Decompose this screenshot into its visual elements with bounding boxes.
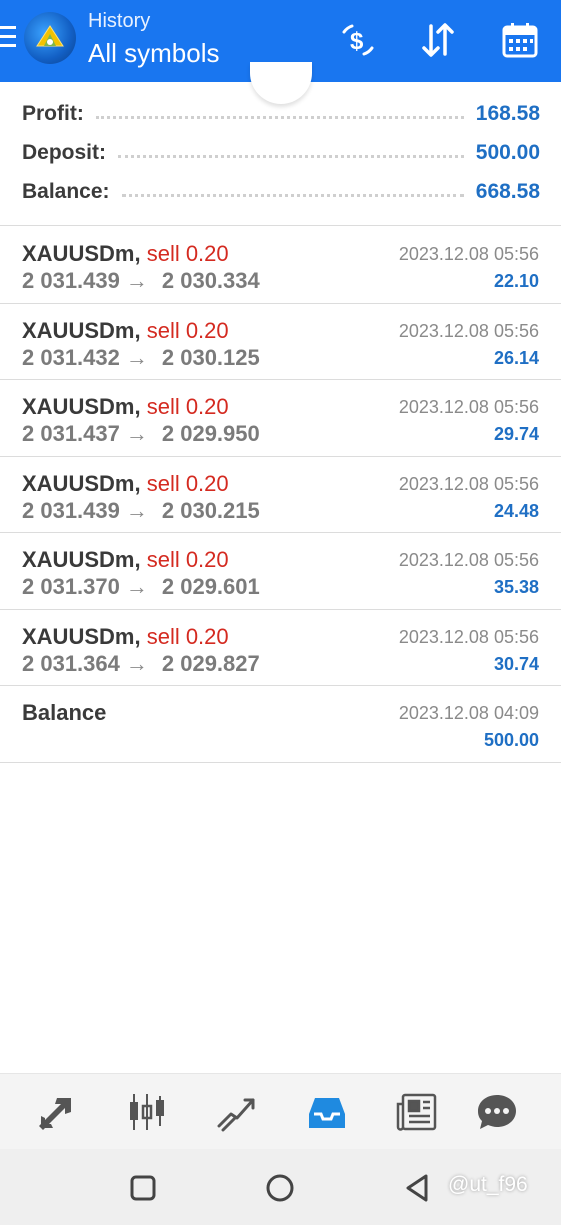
deal-time: 2023.12.08 05:56 bbox=[398, 397, 539, 417]
open-price: 2 031.370 bbox=[22, 574, 120, 599]
balance-op-amount: 500.00 bbox=[483, 730, 539, 750]
deal-symbol: XAUUSDm, bbox=[22, 394, 141, 419]
deal-profit: 35.38 bbox=[493, 577, 539, 597]
deal-symbol: XAUUSDm, bbox=[22, 241, 141, 266]
deal-side: sell 0.20 bbox=[146, 547, 229, 572]
quotes-icon[interactable] bbox=[34, 1090, 80, 1134]
deposit-withdrawal-filter-icon[interactable]: $ bbox=[334, 16, 382, 64]
arrow-right-icon: → bbox=[125, 574, 148, 599]
deal-time: 2023.12.08 05:56 bbox=[398, 550, 539, 570]
balance-op-time: 2023.12.08 04:09 bbox=[398, 703, 539, 723]
deposit-label: Deposit: bbox=[22, 141, 106, 164]
deal-symbol: XAUUSDm, bbox=[22, 623, 141, 649]
deal-time: 2023.12.08 05:56 bbox=[398, 320, 539, 341]
deal-profit: 30.74 bbox=[493, 653, 539, 674]
deal-time: 2023.12.08 05:56 bbox=[398, 473, 539, 494]
deal-row[interactable]: XAUUSDm, sell 0.20 2 031.364 → 2 029.827 2… bbox=[0, 610, 561, 686]
balance-row: Balance: 668.58 bbox=[22, 177, 540, 207]
balance-label: Balance: bbox=[22, 180, 110, 203]
arrow-right-icon: → bbox=[125, 268, 148, 293]
close-price: 2 029.601 bbox=[161, 574, 260, 599]
deals-list: XAUUSDm, sell 0.20 2 031.439 → 2 030.334 2… bbox=[0, 227, 561, 763]
deal-profit: 22.10 bbox=[493, 271, 539, 291]
sort-icon[interactable] bbox=[414, 16, 462, 64]
dotted-leader bbox=[118, 152, 464, 158]
deal-profit: 26.14 bbox=[493, 347, 539, 368]
profit-label: Profit: bbox=[22, 102, 84, 125]
deal-side: sell 0.20 bbox=[146, 470, 229, 496]
profit-value: 168.58 bbox=[475, 102, 540, 125]
deal-row[interactable]: XAUUSDm, sell 0.20 2 031.432 → 2 030.125 2… bbox=[0, 304, 561, 380]
deal-symbol: XAUUSDm, bbox=[22, 547, 141, 572]
dotted-leader bbox=[95, 113, 464, 119]
open-price: 2 031.432 bbox=[22, 344, 120, 370]
bottom-tab-bar bbox=[0, 1073, 561, 1149]
open-price: 2 031.439 bbox=[22, 268, 120, 293]
deal-row[interactable]: XAUUSDm, sell 0.20 2 031.437 → 2 029.950 2… bbox=[0, 380, 561, 457]
close-price: 2 030.334 bbox=[161, 268, 260, 293]
back-icon[interactable] bbox=[400, 1171, 434, 1205]
system-navigation-bar: @ut_f96 bbox=[0, 1149, 561, 1225]
watermark: @ut_f96 bbox=[448, 1173, 528, 1196]
deal-time: 2023.12.08 05:56 bbox=[398, 244, 539, 264]
arrow-right-icon: → bbox=[125, 421, 148, 446]
open-price: 2 031.437 bbox=[22, 421, 120, 446]
close-price: 2 029.950 bbox=[161, 421, 260, 446]
deal-row[interactable]: XAUUSDm, sell 0.20 2 031.439 → 2 030.334 2… bbox=[0, 227, 561, 304]
arrow-right-icon: → bbox=[125, 650, 148, 676]
deal-row[interactable]: XAUUSDm, sell 0.20 2 031.439 → 2 030.215 2… bbox=[0, 457, 561, 533]
header-title[interactable]: All symbols bbox=[88, 38, 219, 69]
arrow-right-icon: → bbox=[125, 497, 148, 523]
calendar-icon[interactable] bbox=[496, 16, 544, 64]
deal-profit: 24.48 bbox=[493, 500, 539, 521]
deal-side: sell 0.20 bbox=[146, 241, 229, 266]
balance-operation-row[interactable]: Balance 2023.12.08 04:09 500.00 bbox=[0, 686, 561, 763]
chat-icon[interactable] bbox=[474, 1090, 520, 1134]
close-price: 2 030.215 bbox=[161, 497, 260, 523]
open-price: 2 031.364 bbox=[22, 650, 120, 676]
deal-symbol: XAUUSDm, bbox=[22, 317, 141, 343]
balance-op-label: Balance bbox=[22, 700, 107, 725]
metatrader-logo-icon bbox=[24, 12, 76, 64]
deposit-value: 500.00 bbox=[475, 141, 540, 164]
deal-side: sell 0.20 bbox=[146, 623, 229, 649]
recent-apps-icon[interactable] bbox=[126, 1171, 160, 1205]
deal-profit: 29.74 bbox=[493, 424, 539, 444]
deal-symbol: XAUUSDm, bbox=[22, 470, 141, 496]
home-icon[interactable] bbox=[263, 1171, 297, 1205]
deal-time: 2023.12.08 05:56 bbox=[398, 626, 539, 647]
history-icon[interactable] bbox=[304, 1090, 350, 1134]
deal-side: sell 0.20 bbox=[146, 317, 229, 343]
menu-icon[interactable] bbox=[0, 26, 18, 50]
close-price: 2 030.125 bbox=[161, 344, 260, 370]
chart-icon[interactable] bbox=[124, 1090, 170, 1134]
news-icon[interactable] bbox=[394, 1090, 440, 1134]
deposit-row: Deposit: 500.00 bbox=[22, 138, 540, 168]
trade-icon[interactable] bbox=[214, 1090, 260, 1134]
dotted-leader bbox=[121, 191, 464, 197]
open-price: 2 031.439 bbox=[22, 497, 120, 523]
arrow-right-icon: → bbox=[125, 344, 148, 370]
close-price: 2 029.827 bbox=[161, 650, 260, 676]
header-subtitle: History bbox=[88, 10, 151, 32]
svg-text:$: $ bbox=[350, 28, 364, 55]
deal-row[interactable]: XAUUSDm, sell 0.20 2 031.370 → 2 029.601 2… bbox=[0, 533, 561, 610]
balance-value: 668.58 bbox=[475, 180, 540, 203]
deal-side: sell 0.20 bbox=[146, 394, 229, 419]
